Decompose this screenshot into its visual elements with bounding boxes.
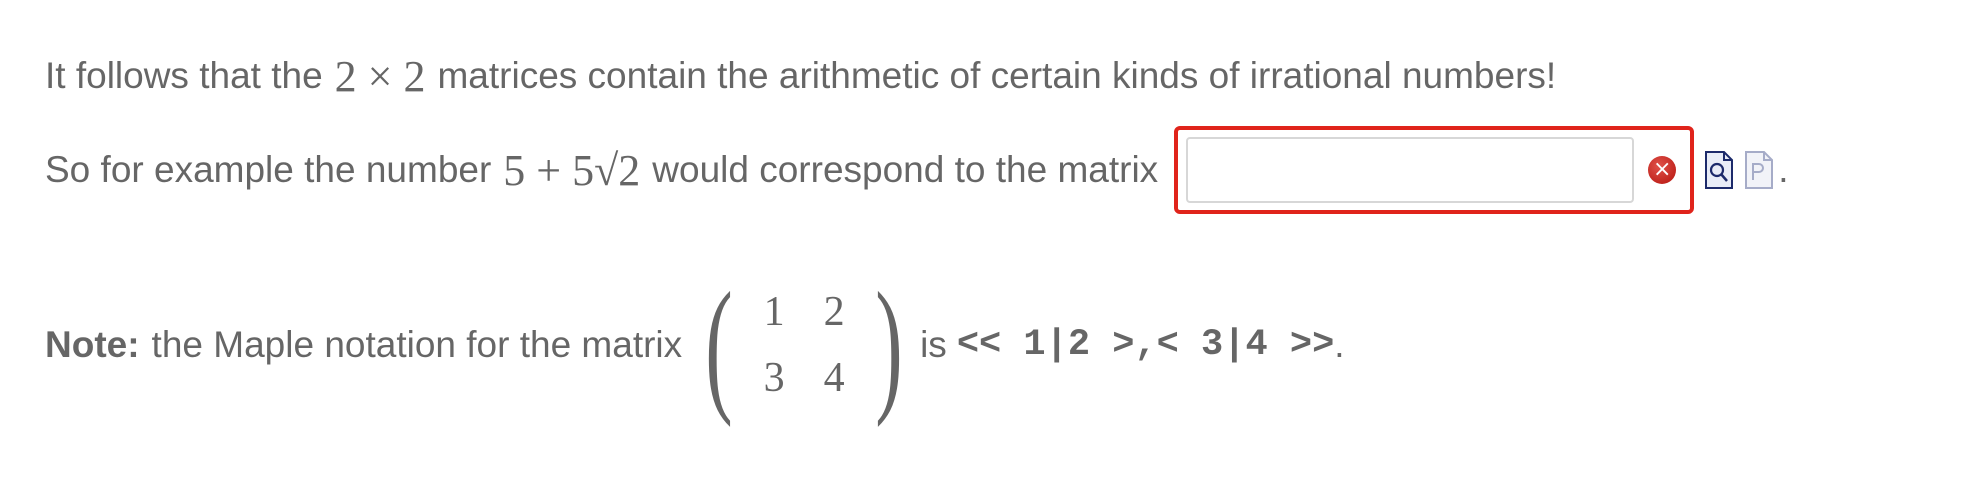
note-sentence: Note: the Maple notation for the matrix … [45,270,1345,420]
error-icon: × [1648,156,1677,184]
answer-box: × [1174,126,1695,214]
note-label: Note: [45,324,140,365]
trailing-period: . [1778,149,1789,190]
maple-notation: << 1|2 >,< 3|4 >> [956,324,1335,366]
matrix-cell: 3 [763,355,785,401]
left-paren: ( [705,262,733,428]
example-matrix: ( 1 2 3 4 ) [694,270,914,420]
intro-text-after: matrices contain the arithmetic of certa… [437,55,1557,96]
right-paren: ) [875,262,903,428]
question-text-before: So for example the number [45,149,492,190]
matrix-cell: 2 [823,289,845,335]
answer-input[interactable] [1186,137,1635,203]
question-sentence: So for example the number 5 + 5√2 would … [45,126,1789,214]
irrational-number-math: 5 + 5√2 [503,145,641,195]
preview-document-icon[interactable] [1704,150,1734,190]
question-text-after: would correspond to the matrix [652,149,1159,190]
matrix-cell: 1 [763,289,785,335]
note-end: . [1334,324,1345,365]
note-text: the Maple notation for the matrix [151,324,683,365]
note-is: is [920,324,947,365]
plot-document-icon[interactable] [1744,150,1774,190]
intro-sentence: It follows that the 2 × 2 matrices conta… [45,50,1556,102]
matrix-grid: 1 2 3 4 [744,279,864,411]
matrix-size-math: 2 × 2 [334,51,426,101]
intro-text-before: It follows that the [45,55,323,96]
matrix-cell: 4 [823,355,845,401]
